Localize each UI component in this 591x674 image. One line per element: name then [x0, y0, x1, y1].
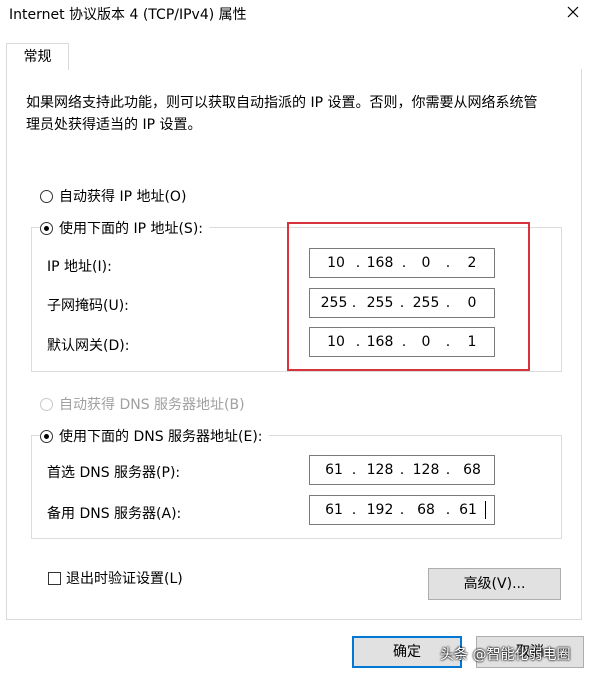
radio-auto-dns[interactable]: 自动获得 DNS 服务器地址(B): [40, 394, 251, 414]
octet-4: 61: [459, 502, 477, 518]
radio-manual-dns-label: 使用下面的 DNS 服务器地址(E):: [59, 429, 263, 445]
octet-2: 192: [366, 502, 394, 518]
validate-on-exit-row[interactable]: 退出时验证设置(L): [48, 568, 183, 588]
radio-auto-dns-label: 自动获得 DNS 服务器地址(B): [59, 397, 245, 413]
radio-auto-ip-label: 自动获得 IP 地址(O): [59, 189, 187, 205]
octet-1: 61: [325, 462, 343, 478]
radio-manual-dns[interactable]: 使用下面的 DNS 服务器地址(E):: [40, 426, 269, 446]
window-title: Internet 协议版本 4 (TCP/IPv4) 属性: [9, 7, 247, 23]
alternate-dns-label: 备用 DNS 服务器(A):: [47, 506, 182, 522]
octet-2: 128: [366, 462, 394, 478]
radio-button[interactable]: [40, 221, 53, 235]
close-icon[interactable]: [565, 4, 581, 20]
text-caret: [485, 501, 486, 519]
validate-on-exit-label: 退出时验证设置(L): [66, 571, 183, 587]
radio-manual-ip[interactable]: 使用下面的 IP 地址(S):: [40, 218, 209, 238]
octet-4: 68: [463, 462, 481, 478]
subnet-mask-label: 子网掩码(U):: [47, 298, 129, 314]
octet-separator: .: [351, 502, 357, 518]
octet-separator: .: [399, 502, 405, 518]
alternate-dns-input[interactable]: 61 . 192 . 68 . 61: [309, 495, 495, 525]
preferred-dns-label: 首选 DNS 服务器(P):: [47, 465, 181, 481]
octet-separator: .: [351, 462, 357, 478]
radio-button[interactable]: [40, 429, 53, 443]
highlight-annotation-box: [287, 222, 530, 371]
validate-on-exit-checkbox[interactable]: [48, 571, 61, 585]
octet-3: 128: [412, 462, 440, 478]
octet-separator: .: [445, 462, 451, 478]
octet-1: 61: [325, 502, 343, 518]
advanced-button[interactable]: 高级(V)...: [428, 568, 561, 600]
title-bar: Internet 协议版本 4 (TCP/IPv4) 属性: [0, 0, 591, 28]
radio-button[interactable]: [40, 189, 53, 203]
radio-auto-ip[interactable]: 自动获得 IP 地址(O): [40, 186, 193, 206]
tab-general[interactable]: 常规: [6, 43, 69, 70]
preferred-dns-input[interactable]: 61 . 128 . 128 . 68: [309, 455, 495, 485]
description-text: 如果网络支持此功能，则可以获取自动指派的 IP 设置。否则，你需要从网络系统管理…: [26, 95, 538, 133]
octet-3: 68: [417, 502, 435, 518]
octet-separator: .: [399, 462, 405, 478]
watermark-text: 头条 @智能化弱电圈: [440, 647, 571, 663]
radio-manual-ip-label: 使用下面的 IP 地址(S):: [59, 221, 203, 237]
ip-address-label: IP 地址(I):: [47, 259, 112, 275]
dialog-window: Internet 协议版本 4 (TCP/IPv4) 属性 常规 如果网络支持此…: [0, 0, 591, 674]
radio-button[interactable]: [40, 397, 53, 411]
default-gateway-label: 默认网关(D):: [47, 338, 130, 354]
